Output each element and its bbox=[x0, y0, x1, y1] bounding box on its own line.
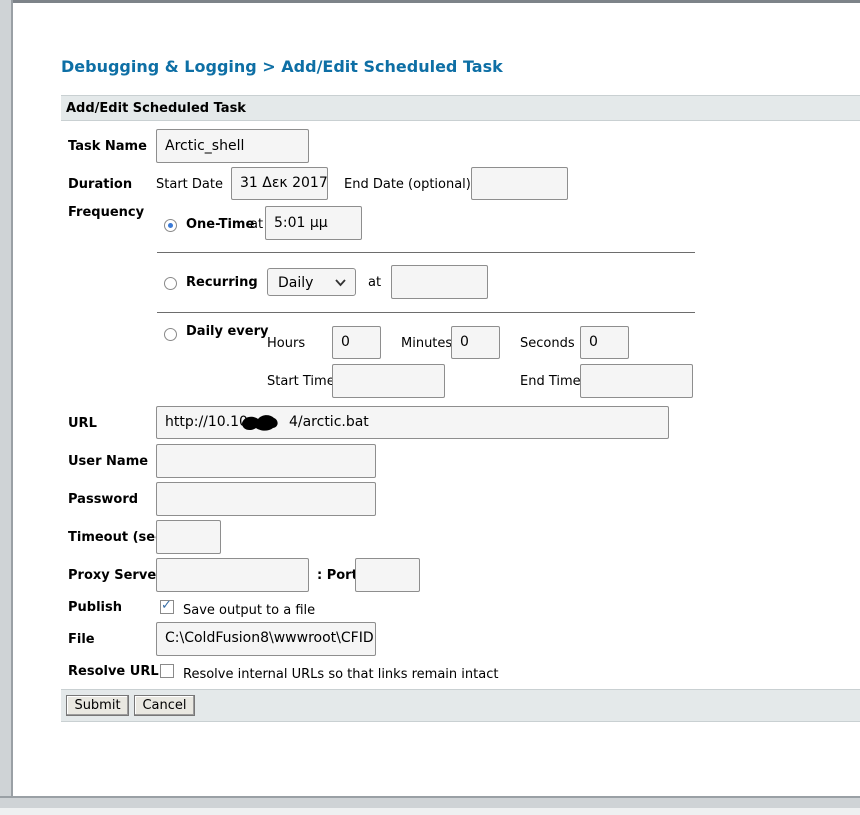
one-time-time-input[interactable]: 5:01 μμ bbox=[265, 206, 362, 240]
port-input[interactable] bbox=[355, 558, 420, 592]
url-value-end: 4/arctic.bat bbox=[288, 414, 369, 430]
url-label: URL bbox=[68, 416, 97, 431]
file-label: File bbox=[68, 632, 95, 647]
minutes-input[interactable]: 0 bbox=[451, 326, 500, 359]
timeout-input[interactable] bbox=[156, 520, 221, 554]
daily-every-label: Daily every bbox=[186, 324, 269, 339]
one-time-radio[interactable] bbox=[164, 219, 177, 232]
recurring-interval-select[interactable]: Daily bbox=[267, 268, 356, 296]
section-title: Add/Edit Scheduled Task bbox=[66, 101, 246, 116]
url-value-start: http://10.10 bbox=[165, 414, 248, 430]
resolve-url-checkbox[interactable] bbox=[160, 664, 174, 678]
window-top-border bbox=[0, 0, 860, 3]
end-date-label: End Date (optional) bbox=[344, 177, 471, 192]
divider bbox=[157, 252, 695, 253]
window-bottom-strip bbox=[0, 808, 860, 815]
section-header: Add/Edit Scheduled Task bbox=[61, 95, 860, 121]
daily-every-radio[interactable] bbox=[164, 328, 177, 341]
end-date-input[interactable] bbox=[471, 167, 568, 200]
save-output-label: Save output to a file bbox=[183, 603, 316, 618]
frequency-label: Frequency bbox=[68, 205, 145, 220]
start-time-input[interactable] bbox=[332, 364, 445, 398]
url-input[interactable]: http://10.10 4/arctic.bat bbox=[156, 406, 669, 439]
user-name-input[interactable] bbox=[156, 444, 376, 478]
proxy-server-label: Proxy Server bbox=[68, 568, 163, 583]
resolve-url-description: Resolve internal URLs so that links rema… bbox=[183, 667, 499, 682]
proxy-server-input[interactable] bbox=[156, 558, 309, 592]
start-date-label: Start Date bbox=[156, 177, 223, 192]
minutes-label: Minutes bbox=[401, 336, 453, 351]
start-date-input[interactable]: 31 Δεκ 2017 bbox=[231, 167, 328, 200]
redaction-scribble bbox=[242, 415, 278, 431]
task-name-label: Task Name bbox=[68, 139, 147, 154]
recurring-at-label: at bbox=[368, 275, 382, 290]
recurring-interval-value: Daily bbox=[278, 275, 314, 291]
task-name-input[interactable]: Arctic_shell bbox=[156, 129, 309, 163]
duration-label: Duration bbox=[68, 177, 133, 192]
one-time-label: One-Time bbox=[186, 217, 255, 232]
save-output-checkbox[interactable] bbox=[160, 598, 174, 614]
window-left-frame bbox=[0, 0, 13, 808]
divider bbox=[157, 312, 695, 313]
recurring-radio[interactable] bbox=[164, 277, 177, 290]
seconds-input[interactable]: 0 bbox=[580, 326, 629, 359]
one-time-at-label: at bbox=[250, 217, 264, 232]
seconds-label: Seconds bbox=[520, 336, 575, 351]
timeout-label: Timeout (sec) bbox=[68, 530, 169, 545]
file-input[interactable]: C:\ColdFusion8\wwwroot\CFIDE bbox=[156, 622, 376, 656]
start-time-label: Start Time bbox=[267, 374, 335, 389]
password-input[interactable] bbox=[156, 482, 376, 516]
resolve-url-label: Resolve URL bbox=[68, 664, 159, 679]
hours-label: Hours bbox=[267, 336, 306, 351]
publish-label: Publish bbox=[68, 600, 122, 615]
hours-input[interactable]: 0 bbox=[332, 326, 381, 359]
recurring-time-input[interactable] bbox=[391, 265, 488, 299]
submit-button[interactable]: Submit bbox=[66, 695, 129, 716]
recurring-label: Recurring bbox=[186, 275, 258, 290]
page-title: Debugging & Logging > Add/Edit Scheduled… bbox=[61, 57, 503, 76]
chevron-down-icon bbox=[335, 269, 346, 307]
cancel-button[interactable]: Cancel bbox=[134, 695, 195, 716]
end-time-input[interactable] bbox=[580, 364, 693, 398]
window-bottom-frame bbox=[0, 796, 860, 808]
user-name-label: User Name bbox=[68, 454, 149, 469]
end-time-label: End Time bbox=[520, 374, 581, 389]
port-label: : Port bbox=[317, 568, 358, 583]
password-label: Password bbox=[68, 492, 139, 507]
